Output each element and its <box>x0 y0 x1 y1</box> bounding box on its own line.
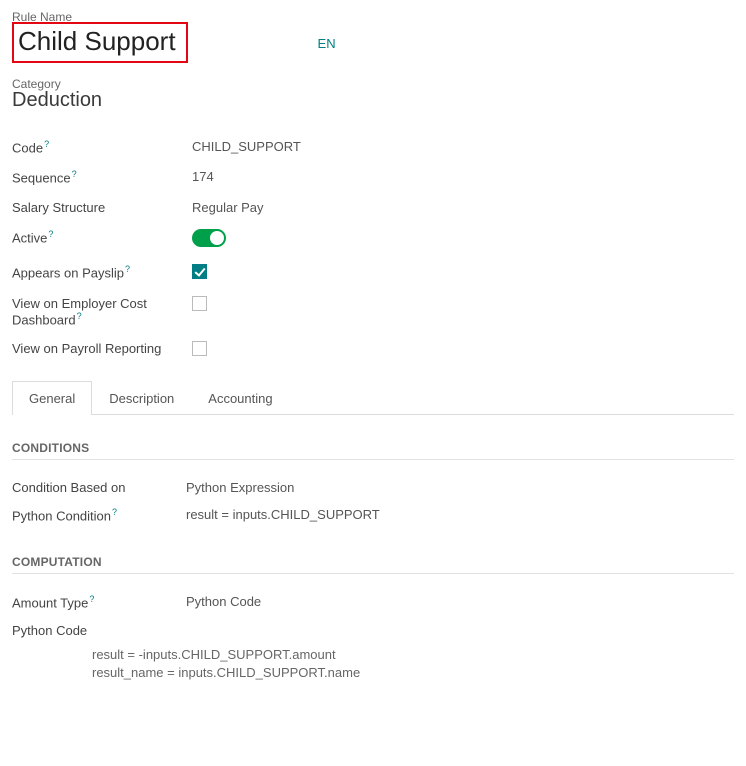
salary-structure-value[interactable]: Regular Pay <box>192 200 264 215</box>
python-condition-label: Python Condition? <box>12 507 186 523</box>
view-employer-cost-label: View on Employer Cost Dashboard? <box>12 296 192 327</box>
help-icon[interactable]: ? <box>112 507 117 517</box>
language-button[interactable]: EN <box>318 36 336 51</box>
condition-based-on-value[interactable]: Python Expression <box>186 480 294 495</box>
appears-on-payslip-label: Appears on Payslip? <box>12 264 192 280</box>
sequence-value[interactable]: 174 <box>192 169 214 184</box>
help-icon[interactable]: ? <box>77 311 82 321</box>
category-value[interactable]: Deduction <box>12 89 734 112</box>
tab-bar: General Description Accounting <box>12 380 734 415</box>
code-line: result = -inputs.CHILD_SUPPORT.amount <box>92 646 734 665</box>
computation-heading: COMPUTATION <box>12 555 734 574</box>
tab-description[interactable]: Description <box>92 381 191 415</box>
view-employer-cost-checkbox[interactable] <box>192 296 207 311</box>
rule-name-input[interactable]: Child Support <box>12 22 188 63</box>
python-code-label: Python Code <box>12 623 186 638</box>
amount-type-value[interactable]: Python Code <box>186 594 261 609</box>
help-icon[interactable]: ? <box>44 139 49 149</box>
help-icon[interactable]: ? <box>48 229 53 239</box>
code-label: Code? <box>12 139 192 155</box>
code-value[interactable]: CHILD_SUPPORT <box>192 139 301 154</box>
help-icon[interactable]: ? <box>125 264 130 274</box>
view-payroll-reporting-label: View on Payroll Reporting <box>12 341 192 356</box>
conditions-heading: CONDITIONS <box>12 441 734 460</box>
help-icon[interactable]: ? <box>72 169 77 179</box>
condition-based-on-label: Condition Based on <box>12 480 186 495</box>
active-toggle[interactable] <box>192 229 226 247</box>
tab-general[interactable]: General <box>12 381 92 415</box>
appears-on-payslip-checkbox[interactable] <box>192 264 207 279</box>
help-icon[interactable]: ? <box>89 594 94 604</box>
view-payroll-reporting-checkbox[interactable] <box>192 341 207 356</box>
active-label: Active? <box>12 229 192 245</box>
salary-structure-label: Salary Structure <box>12 200 192 215</box>
sequence-label: Sequence? <box>12 169 192 185</box>
python-condition-value[interactable]: result = inputs.CHILD_SUPPORT <box>186 507 380 522</box>
python-code-value[interactable]: result = -inputs.CHILD_SUPPORT.amount re… <box>92 646 734 684</box>
code-line: result_name = inputs.CHILD_SUPPORT.name <box>92 664 734 683</box>
tab-accounting[interactable]: Accounting <box>191 381 289 415</box>
amount-type-label: Amount Type? <box>12 594 186 610</box>
